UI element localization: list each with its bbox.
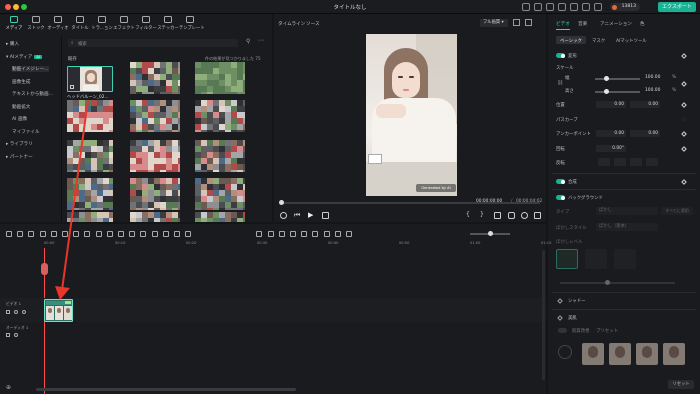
annotation-arrow [55,99,89,300]
annotation-arrow-line [61,99,89,291]
annotation-arrow-head [55,286,70,300]
